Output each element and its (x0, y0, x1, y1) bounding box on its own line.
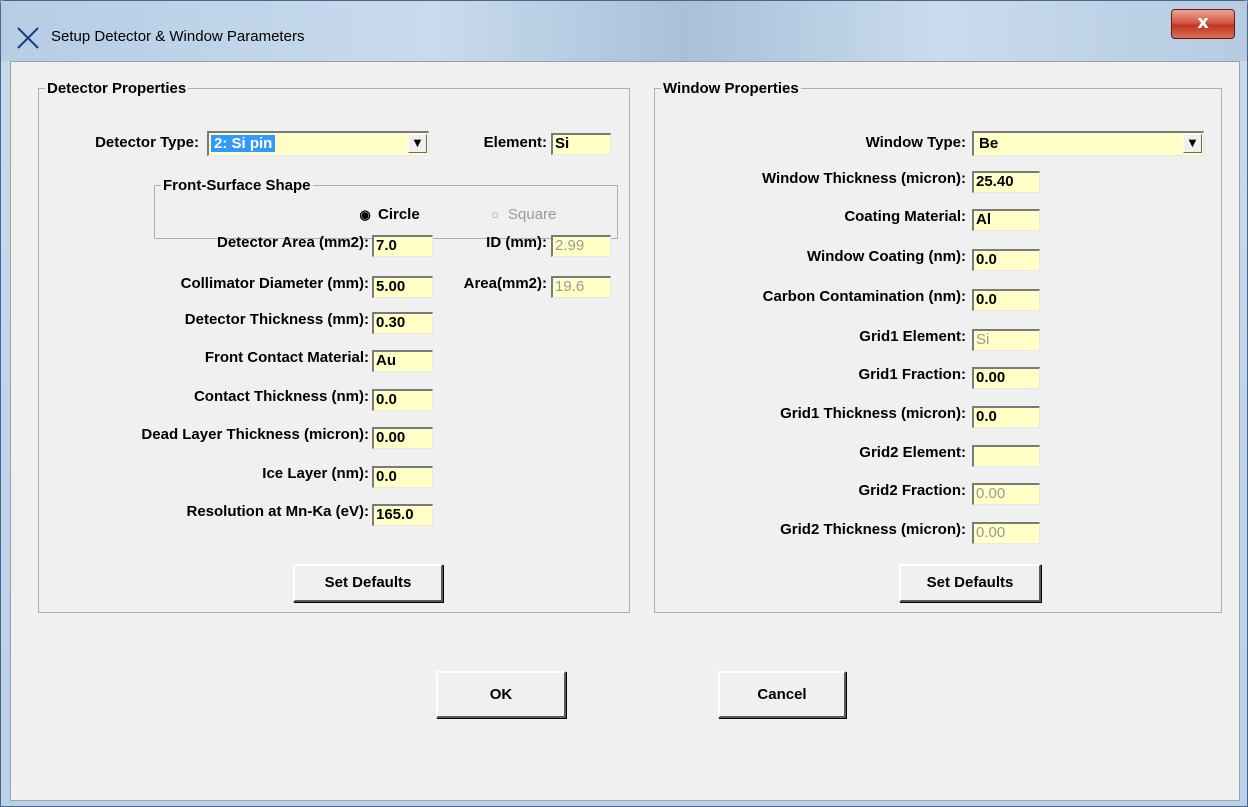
front-surface-shape-group: Front-Surface Shape ◉ Circle ○ Square (154, 177, 618, 239)
window-type-value: Be (979, 135, 999, 152)
window-coating-label: Window Coating (nm): (807, 248, 966, 265)
dead-layer-thickness-field[interactable]: 0.00 (372, 427, 433, 449)
detector-properties-legend: Detector Properties (47, 80, 187, 97)
grid1-thickness-label: Grid1 Thickness (micron): (780, 405, 966, 422)
grid2-thickness-field: 0.00 (972, 522, 1040, 544)
window-title: Setup Detector & Window Parameters (51, 28, 305, 45)
grid2-fraction-field: 0.00 (972, 483, 1040, 505)
front-surface-shape-legend: Front-Surface Shape (163, 177, 311, 194)
window-coating-field[interactable]: 0.0 (972, 249, 1040, 271)
radio-unselected-icon: ○ (491, 207, 499, 222)
collimator-area-field: 19.6 (551, 276, 611, 298)
detector-set-defaults-button[interactable]: Set Defaults (293, 564, 443, 602)
grid1-fraction-label: Grid1 Fraction: (858, 366, 966, 383)
chevron-down-icon[interactable]: ▼ (1183, 134, 1202, 153)
dead-layer-thickness-label: Dead Layer Thickness (micron): (141, 426, 369, 443)
detector-area-field[interactable]: 7.0 (372, 235, 433, 257)
coating-material-label: Coating Material: (844, 208, 966, 225)
carbon-contamination-label: Carbon Contamination (nm): (762, 288, 966, 305)
detector-properties-group: Detector Properties Detector Type: 2: Si… (38, 80, 630, 613)
close-button[interactable]: x (1171, 9, 1235, 39)
detector-type-label: Detector Type: (95, 134, 199, 151)
element-label: Element: (483, 134, 547, 151)
grid2-fraction-label: Grid2 Fraction: (858, 482, 966, 499)
grid2-thickness-label: Grid2 Thickness (micron): (780, 521, 966, 538)
ice-layer-field[interactable]: 0.0 (372, 466, 433, 488)
radio-square[interactable]: ○ Square (488, 205, 556, 225)
grid2-element-label: Grid2 Element: (859, 444, 966, 461)
detector-type-select[interactable]: 2: Si pin ▼ (207, 131, 429, 156)
radio-square-label: Square (508, 206, 557, 223)
radio-circle[interactable]: ◉ Circle (358, 205, 420, 225)
id-field: 2.99 (551, 235, 611, 257)
detector-area-label: Detector Area (mm2): (217, 234, 369, 251)
grid1-element-field[interactable]: Si (972, 329, 1040, 351)
resolution-field[interactable]: 165.0 (372, 504, 433, 526)
window-properties-legend: Window Properties (663, 80, 799, 97)
window-properties-group: Window Properties Window Type: Be ▼ Wind… (654, 80, 1222, 613)
collimator-diameter-field[interactable]: 5.00 (372, 276, 433, 298)
collimator-area-label: Area(mm2): (463, 275, 547, 292)
window-thickness-field[interactable]: 25.40 (972, 171, 1040, 193)
grid1-element-label: Grid1 Element: (859, 328, 966, 345)
resolution-label: Resolution at Mn-Ka (eV): (186, 503, 370, 520)
grid1-fraction-field[interactable]: 0.00 (972, 367, 1040, 389)
window-type-select[interactable]: Be ▼ (972, 131, 1204, 156)
coating-material-field[interactable]: Al (972, 209, 1040, 231)
id-label: ID (mm): (486, 234, 547, 251)
dialog-client-area: Detector Properties Detector Type: 2: Si… (10, 61, 1240, 801)
element-field[interactable]: Si (551, 133, 611, 155)
collimator-diameter-label: Collimator Diameter (mm): (180, 275, 369, 292)
ok-button[interactable]: OK (436, 671, 566, 718)
detector-thickness-field[interactable]: 0.30 (372, 312, 433, 334)
window-thickness-label: Window Thickness (micron): (761, 170, 966, 187)
ice-layer-label: Ice Layer (nm): (262, 465, 369, 482)
grid1-thickness-field[interactable]: 0.0 (972, 406, 1040, 428)
close-icon: x (1197, 12, 1209, 33)
dialog-window: Setup Detector & Window Parameters x Det… (0, 0, 1248, 807)
front-contact-material-field[interactable]: Au (372, 350, 433, 372)
contact-thickness-field[interactable]: 0.0 (372, 389, 433, 411)
window-set-defaults-button[interactable]: Set Defaults (899, 564, 1041, 602)
window-type-label: Window Type: (865, 134, 966, 151)
title-bar[interactable]: Setup Detector & Window Parameters x (1, 1, 1247, 61)
carbon-contamination-field[interactable]: 0.0 (972, 289, 1040, 311)
grid2-element-field[interactable] (972, 445, 1040, 467)
app-icon (17, 27, 39, 49)
contact-thickness-label: Contact Thickness (nm): (193, 388, 369, 405)
detector-thickness-label: Detector Thickness (mm): (184, 311, 369, 328)
detector-type-value: 2: Si pin (209, 134, 277, 153)
radio-selected-icon: ◉ (359, 207, 371, 222)
cancel-button[interactable]: Cancel (718, 671, 846, 718)
chevron-down-icon[interactable]: ▼ (408, 134, 427, 153)
front-contact-material-label: Front Contact Material: (204, 349, 369, 366)
radio-circle-label: Circle (378, 206, 420, 223)
